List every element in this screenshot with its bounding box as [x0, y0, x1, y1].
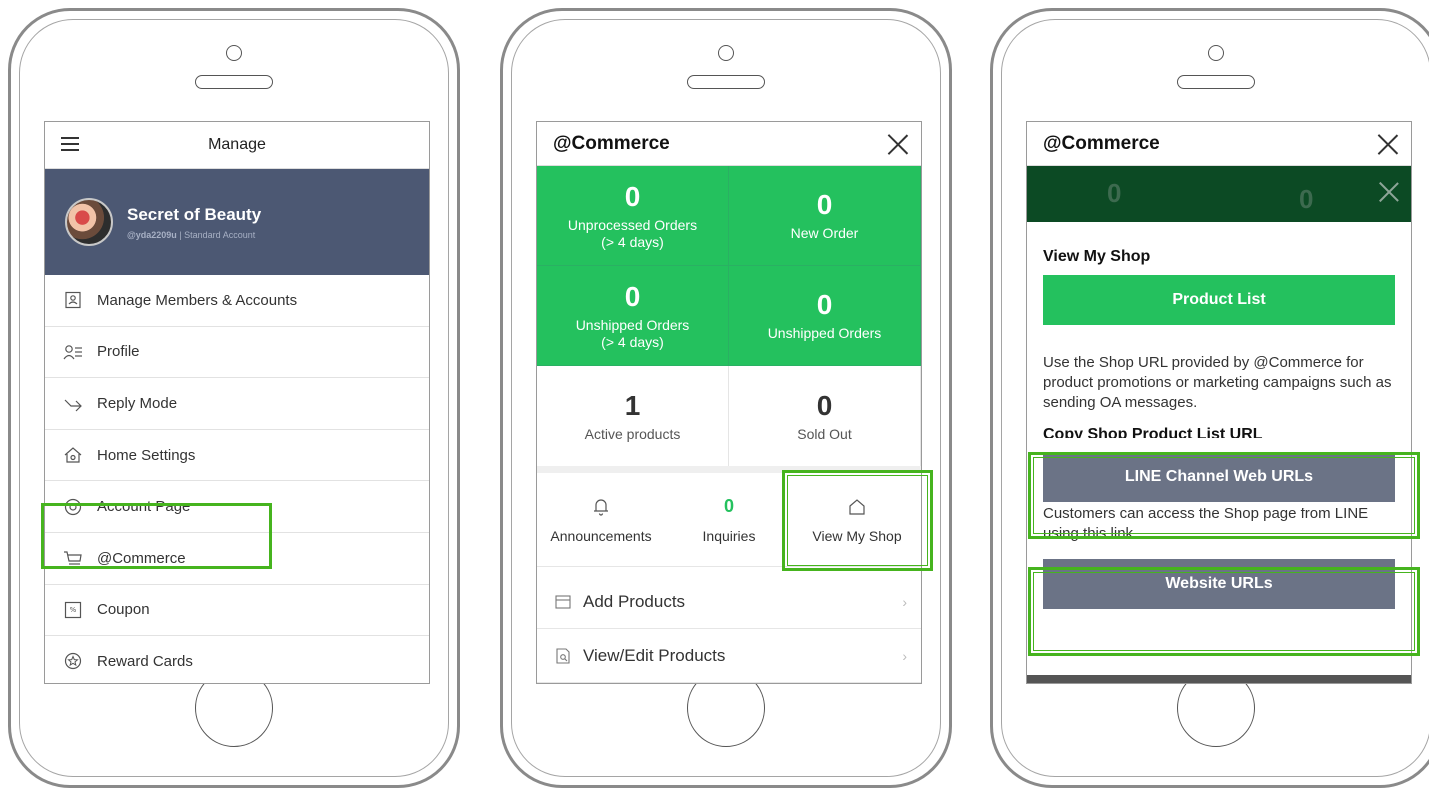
dimmed-stat-value: 0 — [1107, 178, 1122, 208]
page-title: @Commerce — [553, 132, 670, 154]
account-type: Standard Account — [184, 229, 256, 240]
inquiries-count: 0 — [723, 496, 734, 516]
account-id: @yda2209u — [127, 229, 177, 240]
dimmed-stat-value: 0 — [1299, 184, 1314, 214]
document-search-icon — [556, 647, 570, 664]
home-settings-icon — [63, 445, 83, 465]
stat-value: 0 — [624, 280, 641, 312]
speaker-icon — [195, 75, 273, 89]
inquiries-label: Inquiries — [702, 527, 756, 544]
view-shop-sheet: View My Shop Product List Use the Shop U… — [1027, 248, 1411, 609]
reply-icon — [63, 393, 83, 413]
camera-icon — [718, 45, 734, 61]
menu-item-label: Coupon — [97, 601, 150, 619]
camera-icon — [226, 45, 242, 61]
stat-label: Unshipped Orders (> 4 days) — [575, 316, 690, 350]
close-sheet-icon[interactable] — [1379, 182, 1399, 202]
box-icon — [555, 594, 571, 609]
manage-screen: Manage Secret of Beauty @yda2209u | Stan… — [44, 121, 430, 684]
stat-new-order[interactable]: 0 New Order — [729, 166, 921, 266]
view-edit-products-label: View/Edit Products — [583, 645, 726, 665]
stat-value: 1 — [624, 389, 641, 421]
profile-icon — [63, 342, 83, 362]
order-stats: 0 Unprocessed Orders (> 4 days) 0 New Ord… — [537, 166, 921, 466]
copy-url-heading-clip: Copy Shop Product List URL — [1043, 425, 1395, 438]
coupon-icon: % — [63, 600, 83, 620]
stat-label: Unshipped Orders — [767, 325, 882, 341]
account-subtitle: @yda2209u | Standard Account — [127, 229, 256, 240]
speaker-icon — [687, 75, 765, 89]
speaker-icon — [1177, 75, 1255, 89]
menu-item-profile[interactable]: Profile — [45, 327, 429, 379]
copy-url-heading: Copy Shop Product List URL — [1043, 426, 1263, 438]
menu-item-manage-members[interactable]: Manage Members & Accounts — [45, 275, 429, 327]
dimmed-stats-overlay: 0 0 — [1027, 166, 1411, 222]
phone-frame-manage: Manage Secret of Beauty @yda2209u | Stan… — [8, 8, 460, 788]
commerce-header: @Commerce — [537, 122, 921, 166]
highlight-line-channel-urls — [1028, 452, 1420, 539]
stat-label: Unprocessed Orders (> 4 days) — [567, 216, 698, 250]
close-icon[interactable] — [1377, 133, 1399, 155]
bottom-bar — [1027, 675, 1411, 683]
product-list-button[interactable]: Product List — [1043, 275, 1395, 325]
chevron-right-icon: › — [902, 647, 907, 664]
highlight-commerce-menu — [41, 503, 272, 569]
profile-banner[interactable]: Secret of Beauty @yda2209u | Standard Ac… — [45, 169, 429, 275]
contact-icon — [63, 290, 83, 310]
menu-item-label: Home Settings — [97, 446, 196, 464]
chevron-right-icon: › — [902, 593, 907, 610]
stat-value: 0 — [816, 189, 833, 220]
page-title: @Commerce — [1043, 132, 1160, 154]
close-icon[interactable] — [887, 133, 909, 155]
phone-frame-view-shop: @Commerce 0 0 View My Shop Product List … — [990, 8, 1429, 788]
bell-icon — [594, 498, 608, 516]
stat-value: 0 — [816, 389, 833, 421]
svg-text:%: % — [70, 606, 77, 614]
sheet-title: View My Shop — [1043, 248, 1151, 265]
menu-item-reply-mode[interactable]: Reply Mode — [45, 378, 429, 430]
avatar — [65, 198, 113, 246]
menu-item-home-settings[interactable]: Home Settings — [45, 430, 429, 482]
highlight-view-my-shop — [782, 470, 933, 571]
menu-item-coupon[interactable]: % Coupon — [45, 585, 429, 637]
page-title: Manage — [208, 136, 266, 153]
stat-active-products[interactable]: 1 Active products — [537, 366, 729, 466]
highlight-website-urls — [1028, 567, 1420, 656]
announcements-button[interactable]: Announcements — [537, 473, 665, 566]
menu-item-label: Profile — [97, 343, 140, 361]
camera-icon — [1208, 45, 1224, 61]
stat-sold-out[interactable]: 0 Sold Out — [729, 366, 921, 466]
announcements-label: Announcements — [550, 527, 652, 544]
stat-value: 0 — [816, 289, 833, 320]
stat-value: 0 — [624, 180, 641, 212]
stat-unprocessed-orders[interactable]: 0 Unprocessed Orders (> 4 days) — [537, 166, 729, 266]
stat-label: Sold Out — [797, 425, 852, 442]
stat-unshipped-orders-4days[interactable]: 0 Unshipped Orders (> 4 days) — [537, 266, 729, 366]
menu-item-label: Reply Mode — [97, 394, 178, 412]
view-edit-products-row[interactable]: View/Edit Products › — [537, 629, 921, 683]
commerce-screen: @Commerce 0 Unprocessed Orders (> 4 days)… — [536, 121, 922, 684]
hamburger-menu-icon[interactable] — [61, 137, 79, 151]
stat-label: Active products — [584, 425, 681, 442]
menu-item-label: Reward Cards — [97, 652, 193, 670]
manage-header: Manage — [45, 122, 429, 169]
shop-url-description: Use the Shop URL provided by @Commerce f… — [1043, 354, 1392, 411]
stat-label: New Order — [790, 225, 859, 241]
commerce-header: @Commerce — [1027, 122, 1411, 166]
menu-item-reward-cards[interactable]: Reward Cards — [45, 636, 429, 683]
menu-item-label: Manage Members & Accounts — [97, 291, 298, 309]
stat-unshipped-orders[interactable]: 0 Unshipped Orders — [729, 266, 921, 366]
phone-frame-commerce: @Commerce 0 Unprocessed Orders (> 4 days)… — [500, 8, 952, 788]
star-icon — [63, 651, 83, 671]
add-products-label: Add Products — [583, 591, 686, 611]
inquiries-button[interactable]: 0 Inquiries — [665, 473, 793, 566]
account-name: Secret of Beauty — [127, 204, 262, 224]
add-products-row[interactable]: Add Products › — [537, 575, 921, 629]
